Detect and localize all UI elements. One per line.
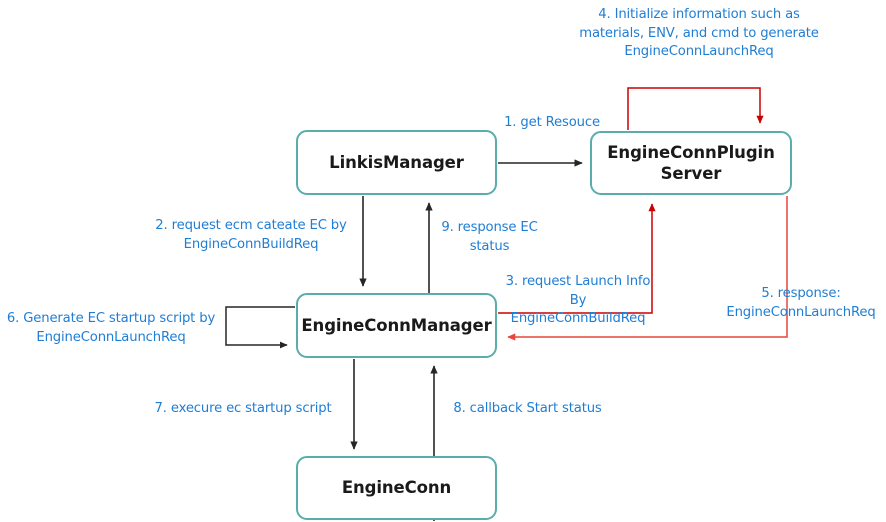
edge-label-request-ecm-create-ec: 2. request ecm cateate EC by EngineConnB… — [155, 218, 347, 252]
edge-generate-ec-startup-script — [225, 306, 295, 349]
diagram-edges — [225, 87, 788, 521]
edge-label-execute-ec-startup-script: 7. execure ec startup script — [154, 401, 332, 416]
node-linkis-manager[interactable]: LinkisManager — [296, 130, 497, 195]
edge-label-response-launch-req: 5. response: EngineConnLaunchReq — [726, 286, 876, 320]
edge-label-generate-ec-startup-script: 6. Generate EC startup script by EngineC… — [6, 311, 216, 345]
node-engine-conn-plugin-server-label: EngineConnPlugin Server — [607, 142, 775, 183]
edge-label-get-resource: 1. get Resouce — [504, 115, 600, 130]
node-linkis-manager-label: LinkisManager — [329, 152, 464, 172]
edge-initialize-information — [627, 87, 764, 130]
edge-label-response-ec-status: 9. response EC status — [441, 220, 538, 254]
edge-label-request-launch-info: 3. request Launch Info By EngineConnBuil… — [505, 274, 651, 327]
node-engine-conn-plugin-server[interactable]: EngineConnPlugin Server — [590, 131, 792, 195]
node-engine-conn-manager-label: EngineConnManager — [301, 315, 492, 335]
node-engine-conn-manager[interactable]: EngineConnManager — [296, 293, 497, 358]
diagram-canvas: LinkisManager EngineConnPlugin Server En… — [0, 0, 886, 522]
edge-label-initialize-information: 4. Initialize information such as materi… — [579, 7, 819, 60]
edge-label-callback-start-status: 8. callback Start status — [453, 401, 602, 416]
node-engine-conn-label: EngineConn — [341, 478, 452, 498]
node-engine-conn[interactable]: EngineConn — [296, 456, 497, 520]
